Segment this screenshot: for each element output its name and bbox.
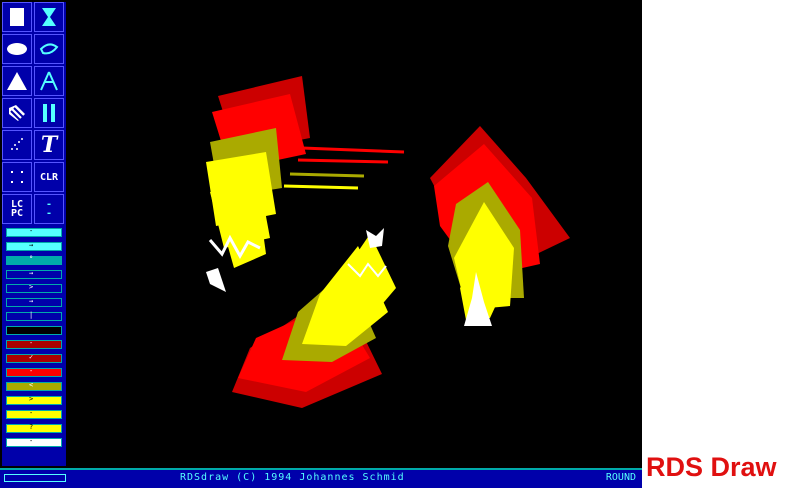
color-swatch[interactable]: ✓ bbox=[6, 353, 62, 363]
brush-mode-label: ROUND bbox=[605, 472, 636, 483]
ellipse-tool[interactable] bbox=[2, 34, 32, 64]
hourglass-icon bbox=[42, 8, 56, 26]
swatch-mark: ✓ bbox=[29, 353, 34, 361]
status-bar: RDSdraw (C) 1994 Johannes Schmid ROUND bbox=[0, 468, 642, 488]
color-swatch[interactable] bbox=[6, 326, 62, 335]
spray-icon bbox=[11, 138, 23, 150]
tool-palette: T CLR LC PC - - - → ° → > → | - ✓ - < > -? - bbox=[2, 2, 66, 466]
hatch-fill-icon bbox=[9, 105, 25, 121]
color-swatch[interactable]: - bbox=[6, 339, 62, 349]
fill-tool[interactable] bbox=[2, 98, 32, 128]
white-shape bbox=[206, 268, 226, 292]
swatch-mark: > bbox=[29, 283, 34, 291]
hourglass-tool[interactable] bbox=[34, 2, 64, 32]
color-swatch[interactable]: → bbox=[6, 297, 62, 307]
swatch-mark: ° bbox=[29, 255, 34, 263]
color-swatch[interactable]: > bbox=[6, 283, 62, 293]
color-swatch[interactable]: - bbox=[6, 367, 62, 377]
swatch-mark: > bbox=[29, 395, 34, 403]
rectangle-tool[interactable] bbox=[2, 2, 32, 32]
compass-icon bbox=[40, 71, 58, 91]
swatch-mark: → bbox=[29, 297, 34, 305]
color-swatch[interactable]: → bbox=[6, 269, 62, 279]
filled-rectangle-icon bbox=[10, 8, 24, 26]
color-swatch[interactable]: ? bbox=[6, 423, 62, 433]
dots-icon bbox=[11, 171, 23, 183]
triangle-tool[interactable] bbox=[2, 66, 32, 96]
swatch-mark: < bbox=[29, 381, 34, 389]
text-T-icon: T bbox=[40, 132, 58, 158]
line-width-tool[interactable] bbox=[34, 98, 64, 128]
swatch-mark: | bbox=[29, 311, 34, 319]
caption-title: RDS Draw bbox=[646, 452, 777, 482]
option-button[interactable]: - - bbox=[34, 194, 64, 224]
artwork-right-cluster bbox=[430, 126, 570, 326]
spray-tool[interactable] bbox=[2, 130, 32, 160]
color-swatch[interactable]: < bbox=[6, 381, 62, 391]
red-line bbox=[297, 158, 389, 164]
grid-tool[interactable] bbox=[2, 162, 32, 192]
swatch-mark: ? bbox=[29, 423, 34, 431]
color-swatch[interactable]: > bbox=[6, 395, 62, 405]
clear-label: CLR bbox=[39, 171, 59, 183]
yellow-shape bbox=[220, 210, 266, 268]
option-label: - - bbox=[45, 199, 53, 219]
application-screen: T CLR LC PC - - - → ° → > → | - ✓ - < > -? - bbox=[0, 0, 642, 488]
swatch-mark: - bbox=[29, 409, 34, 417]
polyline-tool[interactable] bbox=[34, 66, 64, 96]
status-indicator bbox=[4, 474, 66, 482]
color-swatch[interactable]: | bbox=[6, 311, 62, 321]
filled-triangle-icon bbox=[7, 72, 27, 90]
freeform-tool[interactable] bbox=[34, 34, 64, 64]
color-swatch[interactable]: - bbox=[6, 227, 62, 237]
yellow-line bbox=[283, 184, 359, 190]
swatch-mark: → bbox=[29, 241, 34, 249]
swatch-mark: - bbox=[29, 339, 34, 347]
load-save-label: LC PC bbox=[10, 199, 24, 219]
color-swatch[interactable]: → bbox=[6, 241, 62, 251]
load-save-button[interactable]: LC PC bbox=[2, 194, 32, 224]
swatch-mark: - bbox=[29, 227, 34, 235]
clear-button[interactable]: CLR bbox=[34, 162, 64, 192]
text-tool[interactable]: T bbox=[34, 130, 64, 160]
red-line bbox=[301, 146, 405, 154]
drawing-canvas[interactable] bbox=[70, 2, 640, 466]
color-swatch[interactable]: - bbox=[6, 409, 62, 419]
lasso-icon bbox=[39, 43, 59, 55]
swatch-mark: - bbox=[29, 437, 34, 445]
copyright-text: RDSdraw (C) 1994 Johannes Schmid bbox=[180, 472, 405, 483]
color-swatch[interactable]: - bbox=[6, 437, 62, 447]
filled-ellipse-icon bbox=[7, 43, 27, 55]
olive-line bbox=[289, 172, 365, 178]
swatch-mark: - bbox=[29, 367, 34, 375]
vertical-bars-icon bbox=[43, 104, 55, 122]
color-swatch[interactable]: ° bbox=[6, 255, 62, 265]
swatch-mark: → bbox=[29, 269, 34, 277]
